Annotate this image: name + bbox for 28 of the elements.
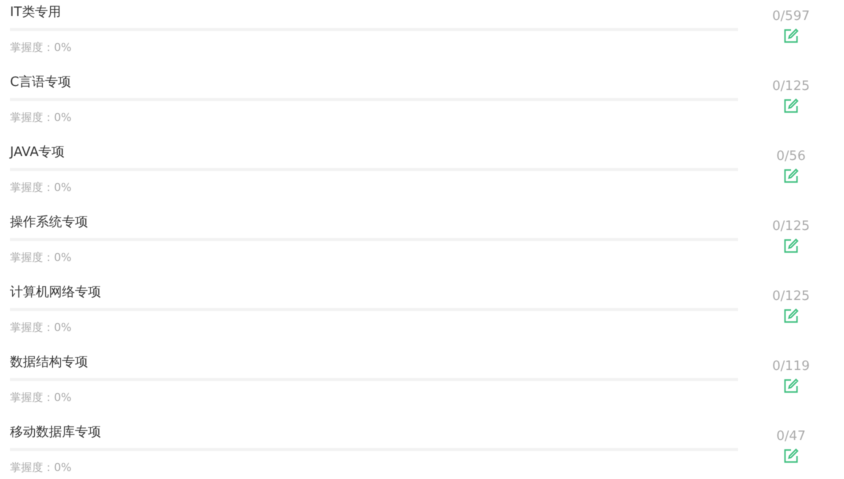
- mastery-text: 掌握度：0%: [10, 460, 72, 475]
- question-count: 0/125: [772, 219, 810, 234]
- subject-title[interactable]: IT类专用: [10, 5, 61, 21]
- subject-title[interactable]: JAVA专项: [10, 145, 65, 161]
- edit-icon[interactable]: [783, 28, 799, 44]
- mastery-text: 掌握度：0%: [10, 250, 72, 265]
- mastery-text: 掌握度：0%: [10, 110, 72, 125]
- edit-icon[interactable]: [783, 448, 799, 464]
- subject-title[interactable]: C言语专项: [10, 75, 72, 91]
- edit-icon[interactable]: [783, 238, 799, 254]
- mastery-text: 掌握度：0%: [10, 40, 72, 55]
- question-count: 0/125: [772, 289, 810, 304]
- subject-title[interactable]: 操作系统专项: [10, 215, 88, 231]
- subject-title[interactable]: 移动数据库专项: [10, 425, 101, 441]
- question-count: 0/47: [776, 429, 806, 444]
- question-count: 0/125: [772, 79, 810, 94]
- question-count: 0/597: [772, 9, 810, 24]
- mastery-text: 掌握度：0%: [10, 390, 72, 405]
- edit-icon[interactable]: [783, 168, 799, 184]
- mastery-text: 掌握度：0%: [10, 180, 72, 195]
- mastery-text: 掌握度：0%: [10, 320, 72, 335]
- edit-icon[interactable]: [783, 98, 799, 114]
- edit-icon[interactable]: [783, 308, 799, 324]
- edit-icon[interactable]: [783, 378, 799, 394]
- question-count: 0/119: [772, 359, 810, 374]
- subject-title[interactable]: 数据结构专项: [10, 355, 88, 371]
- question-count: 0/56: [776, 149, 806, 164]
- subject-title[interactable]: 计算机网络专项: [10, 285, 101, 301]
